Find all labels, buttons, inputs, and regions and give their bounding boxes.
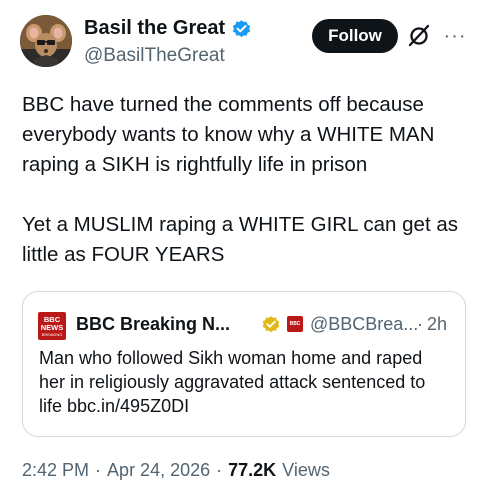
- tweet-paragraph: BBC have turned the comments off because…: [22, 93, 435, 176]
- gold-verified-badge-icon: [262, 316, 280, 333]
- author-avatar[interactable]: [20, 15, 72, 67]
- quoted-tweet-text: Man who followed Sikh woman home and rap…: [39, 348, 426, 416]
- quoted-handle[interactable]: @BBCBrea...: [310, 314, 418, 335]
- views-label: Views: [282, 460, 330, 480]
- mouse-detective-avatar-icon: [20, 15, 72, 67]
- quoted-tweet-card[interactable]: BBC NEWS BREAKING BBC Breaking N... BBC …: [22, 291, 466, 437]
- follow-button[interactable]: Follow: [312, 19, 398, 53]
- author-display-name[interactable]: Basil the Great: [84, 17, 252, 40]
- author-handle[interactable]: @BasilTheGreat: [84, 45, 225, 67]
- tweet-paragraph: Yet a MUSLIM raping a WHITE GIRL can get…: [22, 213, 458, 266]
- tweet-meta: 2:42 PM · Apr 24, 2026 · 77.2K Views: [22, 460, 330, 481]
- quoted-separator: ·: [417, 314, 423, 334]
- meta-separator: ·: [95, 460, 102, 480]
- quoted-timestamp[interactable]: 2h: [427, 314, 447, 335]
- bbc-news-breaking-logo-icon: BBC NEWS BREAKING: [38, 312, 66, 340]
- bbc-affiliate-logo-icon: BBC: [287, 316, 303, 332]
- meta-separator: ·: [216, 460, 223, 480]
- tweet: Basil the Great @BasilTheGreat Follow ··…: [0, 0, 490, 500]
- quoted-display-name[interactable]: BBC Breaking N...: [76, 314, 230, 335]
- bbc-logo-breaking: BREAKING: [41, 331, 63, 337]
- bbc-logo-news: NEWS: [40, 322, 64, 332]
- grok-icon[interactable]: [405, 22, 433, 50]
- tweet-text: BBC have turned the comments off because…: [22, 90, 472, 270]
- views-count[interactable]: 77.2K: [228, 460, 276, 481]
- verified-badge-icon: [233, 20, 251, 38]
- tweet-date[interactable]: Apr 24, 2026: [107, 460, 210, 481]
- tweet-time[interactable]: 2:42 PM: [22, 460, 89, 481]
- more-options-icon[interactable]: ···: [440, 22, 470, 50]
- author-name-text: Basil the Great: [84, 17, 226, 39]
